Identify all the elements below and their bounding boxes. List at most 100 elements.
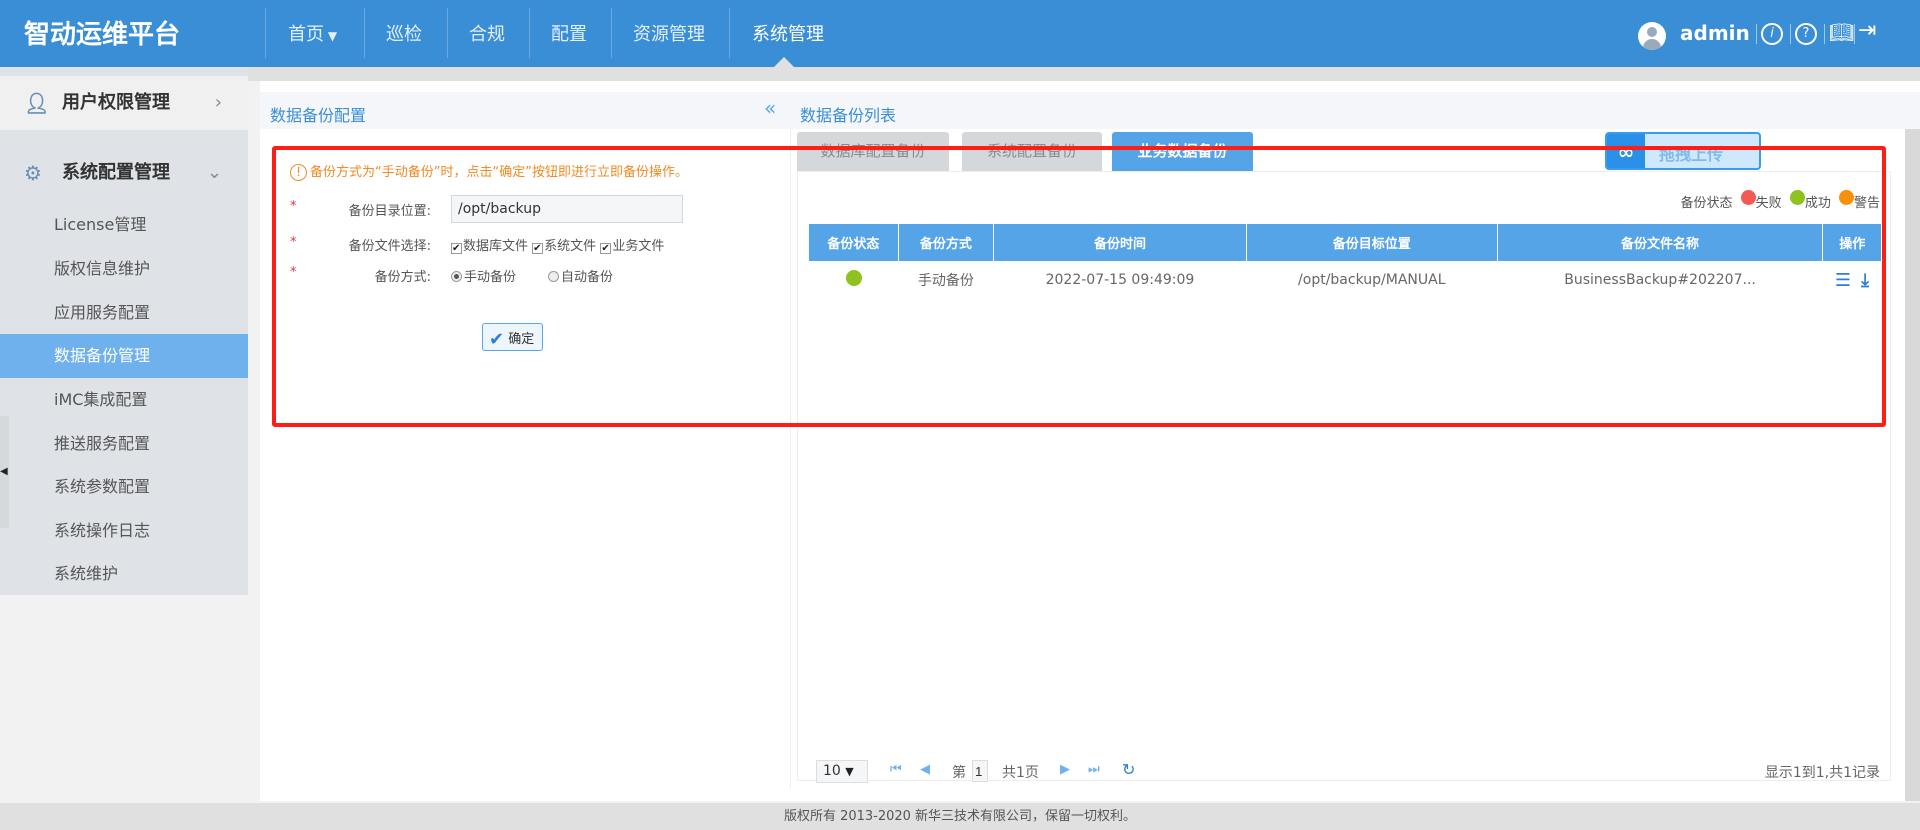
nav-compliance[interactable]: 合规 bbox=[469, 20, 505, 46]
username[interactable]: admin bbox=[1680, 21, 1750, 45]
page-size-value: 10 bbox=[823, 763, 841, 779]
nav-divider bbox=[729, 8, 730, 58]
tab-business-data-backup[interactable]: 业务数据备份 bbox=[1112, 132, 1253, 171]
nav-divider bbox=[611, 8, 612, 58]
status-cell bbox=[809, 261, 898, 299]
nav-resources[interactable]: 资源管理 bbox=[633, 20, 705, 46]
right-panel-title: 数据备份列表 bbox=[790, 92, 1920, 129]
nav-config[interactable]: 配置 bbox=[551, 20, 587, 46]
radio-selected-icon bbox=[451, 271, 462, 282]
active-nav-indicator bbox=[774, 57, 794, 67]
link-icon: ∞ bbox=[1607, 134, 1645, 168]
sidebar-collapse-handle[interactable]: ◀ bbox=[0, 416, 9, 528]
radio-manual[interactable]: 手动备份 bbox=[451, 266, 516, 285]
confirm-button[interactable]: ✔ 确定 bbox=[482, 323, 543, 351]
chevron-right-icon: › bbox=[214, 92, 222, 113]
last-page-icon[interactable]: ⏭ bbox=[1088, 762, 1100, 777]
warning-icon: ! bbox=[290, 164, 307, 181]
panel-divider bbox=[790, 129, 791, 789]
nav-divider bbox=[364, 8, 365, 58]
user-icon: 👤︎ bbox=[24, 91, 50, 115]
avatar[interactable] bbox=[1638, 22, 1666, 50]
files-label: 备份文件选择: bbox=[348, 239, 431, 254]
page-number-input[interactable] bbox=[972, 760, 988, 782]
caret-down-icon: ▼ bbox=[324, 29, 338, 43]
nav-home-label: 首页 bbox=[288, 24, 324, 45]
logout-icon[interactable]: ⇥ bbox=[1858, 18, 1876, 43]
column-header[interactable]: 备份状态 bbox=[809, 224, 899, 261]
collapse-panel-icon[interactable]: « bbox=[764, 96, 776, 120]
radio-label: 手动备份 bbox=[464, 270, 517, 285]
legend-dot-failed bbox=[1740, 190, 1756, 205]
sidebar-group-label: 用户权限管理 bbox=[62, 92, 170, 113]
prev-page-icon[interactable]: ◀ bbox=[920, 762, 930, 777]
checkbox-checked-icon: ✔ bbox=[532, 243, 544, 254]
file-checkboxes: ✔ 数据库文件 ✔ 系统文件 ✔ 业务文件 bbox=[451, 235, 664, 254]
status-legend: 备份状态 失败 成功 警告 bbox=[1681, 190, 1880, 211]
info-icon[interactable]: i bbox=[1761, 23, 1783, 45]
column-header[interactable]: 操作 bbox=[1822, 224, 1881, 261]
legend-title: 备份状态 bbox=[1680, 196, 1733, 211]
checkbox-system-files[interactable]: ✔ 系统文件 bbox=[532, 239, 596, 254]
nav-divider bbox=[265, 8, 266, 58]
radio-label: 自动备份 bbox=[561, 270, 614, 285]
sidebar-group-system-config[interactable]: ⚙ 系统配置管理 ⌄ bbox=[0, 143, 248, 203]
table-header: 备份状态 备份方式 备份时间 备份目标位置 备份文件名称 操作 bbox=[809, 224, 1881, 261]
nav-inspection[interactable]: 巡检 bbox=[386, 20, 422, 46]
chevron-down-icon: ⌄ bbox=[206, 162, 222, 183]
total-pages: 共1页 bbox=[1002, 765, 1039, 781]
page-prefix: 第 bbox=[952, 765, 966, 781]
scrollbar[interactable] bbox=[1905, 129, 1920, 801]
drag-upload-button[interactable]: ∞ 拖拽上传 bbox=[1605, 132, 1761, 170]
column-header[interactable]: 备份文件名称 bbox=[1497, 224, 1824, 261]
page-size-select[interactable]: 10 ▼ bbox=[816, 760, 868, 783]
column-header[interactable]: 备份时间 bbox=[993, 224, 1247, 261]
top-header: 智动运维平台 首页 ▼ 巡检 合规 配置 资源管理 系统管理 admin i ?… bbox=[0, 0, 1920, 67]
tab-db-config-backup[interactable]: 数据库配置备份 bbox=[797, 132, 949, 171]
help-icon[interactable]: ? bbox=[1795, 23, 1817, 45]
footer: 版权所有 2013-2020 新华三技术有限公司，保留一切权利。 bbox=[0, 803, 1920, 830]
caret-down-icon: ▼ bbox=[845, 765, 854, 778]
status-success-dot bbox=[845, 270, 862, 286]
checkbox-business-files[interactable]: ✔ 业务文件 bbox=[600, 239, 664, 254]
warning-text: 备份方式为“手动备份”时，点击“确定”按钮即进行立即备份操作。 bbox=[310, 165, 688, 180]
divider bbox=[1824, 24, 1825, 44]
nav-system[interactable]: 系统管理 bbox=[752, 20, 824, 46]
sidebar-item-imc[interactable]: iMC集成配置 bbox=[0, 378, 248, 422]
legend-dot-warning bbox=[1838, 190, 1854, 205]
nav-divider bbox=[529, 8, 530, 58]
sidebar-item-app-service[interactable]: 应用服务配置 bbox=[0, 291, 248, 335]
sidebar-item-oplog[interactable]: 系统操作日志 bbox=[0, 509, 248, 553]
column-header[interactable]: 备份方式 bbox=[898, 224, 995, 261]
records-summary: 显示1到1,共1记录 bbox=[1764, 765, 1880, 781]
tab-system-config-backup[interactable]: 系统配置备份 bbox=[962, 132, 1102, 171]
target-cell: /opt/backup/MANUAL bbox=[1298, 272, 1446, 288]
sidebar-item-data-backup[interactable]: 数据备份管理 bbox=[0, 334, 248, 378]
column-header[interactable]: 备份目标位置 bbox=[1246, 224, 1498, 261]
radio-icon bbox=[548, 271, 559, 282]
sidebar-group-user-permissions[interactable]: 👤︎ 用户权限管理 › bbox=[0, 76, 248, 130]
mode-cell: 手动备份 bbox=[917, 273, 974, 289]
sidebar-item-params[interactable]: 系统参数配置 bbox=[0, 465, 248, 509]
legend-label: 成功 bbox=[1804, 196, 1831, 211]
warning-message: ! 备份方式为“手动备份”时，点击“确定”按钮即进行立即备份操作。 bbox=[290, 161, 688, 181]
next-page-icon[interactable]: ▶ bbox=[1060, 762, 1070, 777]
radio-auto[interactable]: 自动备份 bbox=[548, 266, 613, 285]
upload-label: 拖拽上传 bbox=[1659, 145, 1724, 164]
sidebar-item-copyright[interactable]: 版权信息维护 bbox=[0, 247, 248, 291]
actions-cell: ☰ ⤓ bbox=[1823, 261, 1881, 299]
checkbox-checked-icon: ✔ bbox=[600, 243, 612, 254]
checkbox-checked-icon: ✔ bbox=[451, 243, 462, 254]
sidebar-item-push[interactable]: 推送服务配置 bbox=[0, 422, 248, 466]
details-list-icon[interactable]: ☰ bbox=[1835, 270, 1851, 291]
sidebar-item-maintenance[interactable]: 系统维护 bbox=[0, 552, 248, 596]
checkbox-label: 业务文件 bbox=[612, 239, 665, 254]
sidebar-item-license[interactable]: License管理 bbox=[0, 203, 248, 247]
download-icon[interactable]: ⤓ bbox=[1861, 270, 1869, 291]
refresh-icon[interactable]: ↻ bbox=[1122, 760, 1135, 779]
backup-dir-input[interactable] bbox=[451, 195, 683, 223]
nav-home[interactable]: 首页 ▼ bbox=[288, 20, 337, 46]
first-page-icon[interactable]: ⏮ bbox=[890, 762, 902, 777]
checkbox-db-files[interactable]: ✔ 数据库文件 bbox=[451, 239, 528, 254]
book-icon[interactable]: 📖︎ bbox=[1829, 20, 1854, 44]
